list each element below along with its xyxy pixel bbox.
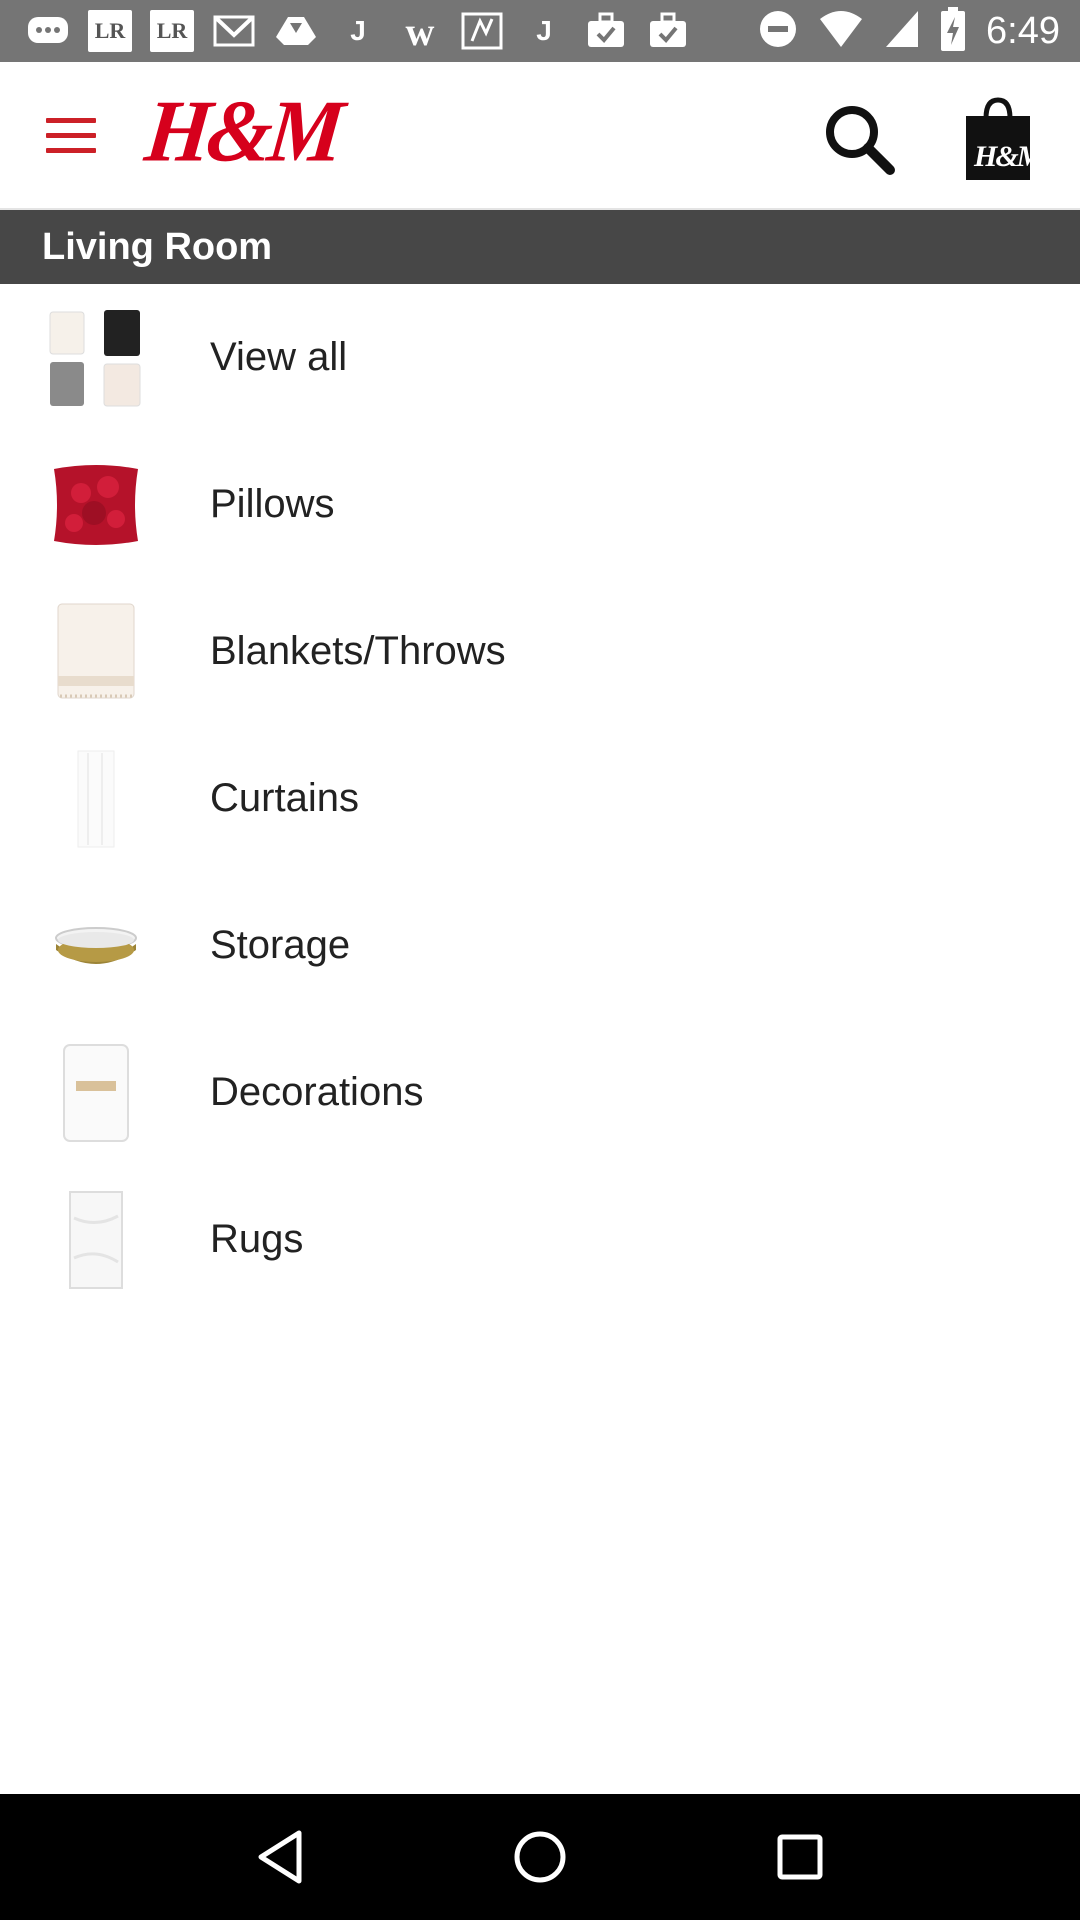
chat-bubble-icon bbox=[26, 11, 70, 51]
notification-icons: LR LR J w J bbox=[26, 8, 690, 54]
menu-icon bbox=[46, 118, 96, 123]
category-item-view-all[interactable]: View all bbox=[0, 284, 1080, 431]
back-button[interactable] bbox=[245, 1822, 315, 1892]
curtain-icon bbox=[46, 747, 146, 851]
clock: 6:49 bbox=[986, 9, 1060, 52]
wifi-icon bbox=[818, 9, 864, 54]
app-header: H&M H&M bbox=[0, 62, 1080, 210]
maps-icon bbox=[460, 11, 504, 51]
briefcase-check-icon bbox=[646, 11, 690, 51]
drive-icon bbox=[274, 11, 318, 51]
navigation-bar bbox=[0, 1794, 1080, 1920]
blanket-icon bbox=[46, 600, 146, 704]
home-button[interactable] bbox=[505, 1822, 575, 1892]
status-bar: LR LR J w J 6:49 bbox=[0, 0, 1080, 62]
j-icon: J bbox=[350, 15, 366, 46]
section-header: Living Room bbox=[0, 210, 1080, 284]
bag-logo: H&M bbox=[974, 140, 1043, 173]
category-item-pillows[interactable]: Pillows bbox=[0, 431, 1080, 578]
battery-charging-icon bbox=[940, 6, 966, 56]
category-label: Pillows bbox=[210, 482, 335, 526]
search-icon bbox=[826, 106, 895, 175]
home-icon bbox=[514, 1831, 566, 1883]
do-not-disturb-icon bbox=[758, 9, 798, 54]
menu-button[interactable] bbox=[46, 118, 98, 158]
pillow-icon bbox=[46, 453, 146, 557]
briefcase-check-icon bbox=[584, 11, 628, 51]
category-item-rugs[interactable]: Rugs bbox=[0, 1166, 1080, 1313]
category-label: Curtains bbox=[210, 776, 359, 820]
lr-icon: LR bbox=[88, 10, 132, 52]
category-label: Decorations bbox=[210, 1070, 424, 1114]
category-label: Storage bbox=[210, 923, 351, 967]
page-title: Living Room bbox=[42, 225, 273, 268]
category-label: Blankets/Throws bbox=[210, 629, 506, 673]
category-list: View all Pillows Blankets/Throws Curtain… bbox=[0, 284, 1080, 1313]
recents-icon bbox=[777, 1834, 823, 1880]
category-item-decorations[interactable]: Decorations bbox=[0, 1019, 1080, 1166]
w-icon: w bbox=[405, 8, 435, 54]
back-icon bbox=[258, 1830, 302, 1884]
rug-icon bbox=[46, 1188, 146, 1292]
storage-bowl-icon bbox=[46, 894, 146, 998]
gmail-icon bbox=[212, 11, 256, 51]
category-item-storage[interactable]: Storage bbox=[0, 872, 1080, 1019]
shopping-bag-button[interactable]: H&M bbox=[960, 94, 1043, 184]
candle-icon bbox=[46, 1041, 146, 1145]
hm-logo[interactable]: H&M bbox=[141, 83, 345, 181]
category-item-blankets-throws[interactable]: Blankets/Throws bbox=[0, 578, 1080, 725]
category-label: Rugs bbox=[210, 1217, 304, 1261]
system-icons: 6:49 bbox=[758, 6, 1060, 56]
lr-icon: LR bbox=[150, 10, 194, 52]
category-item-curtains[interactable]: Curtains bbox=[0, 725, 1080, 872]
j-icon: J bbox=[536, 15, 552, 46]
recents-button[interactable] bbox=[765, 1822, 835, 1892]
signal-icon bbox=[884, 9, 920, 54]
category-label: View all bbox=[210, 335, 348, 379]
search-button[interactable] bbox=[820, 100, 900, 180]
candles-icon bbox=[46, 306, 146, 410]
